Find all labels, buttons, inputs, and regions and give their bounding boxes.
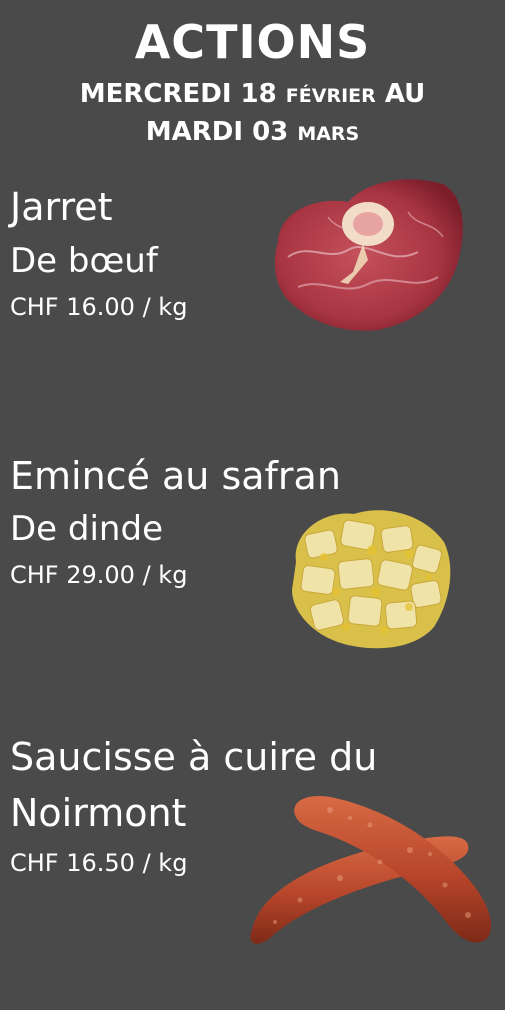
sausage-icon (250, 795, 492, 944)
product-price: CHF 29.00 / kg (10, 561, 188, 589)
beef-shank-icon (274, 179, 463, 331)
date-end-month: MARS (297, 123, 360, 145)
date-range-connector: AU (375, 79, 426, 109)
page-title: ACTIONS (134, 15, 371, 69)
product-price: CHF 16.50 / kg (10, 849, 188, 877)
product-name: Jarret (10, 185, 113, 229)
date-end-day: MARDI 03 (145, 117, 298, 147)
product-subtitle: De dinde (10, 509, 163, 549)
product-subtitle: De bœuf (10, 241, 158, 281)
date-start-month: FÉVRIER (285, 85, 376, 107)
date-start-day: MERCREDI 18 (79, 79, 286, 109)
date-range-end: MARDI 03 MARS (0, 116, 505, 150)
product-name-line2: Noirmont (10, 791, 187, 835)
product-name-line1: Saucisse à cuire du (10, 735, 378, 779)
product-name: Emincé au safran (10, 454, 341, 498)
product-price: CHF 16.00 / kg (10, 293, 188, 321)
date-range-start: MERCREDI 18 FÉVRIER AU (0, 78, 505, 112)
saffron-turkey-icon (292, 510, 451, 649)
